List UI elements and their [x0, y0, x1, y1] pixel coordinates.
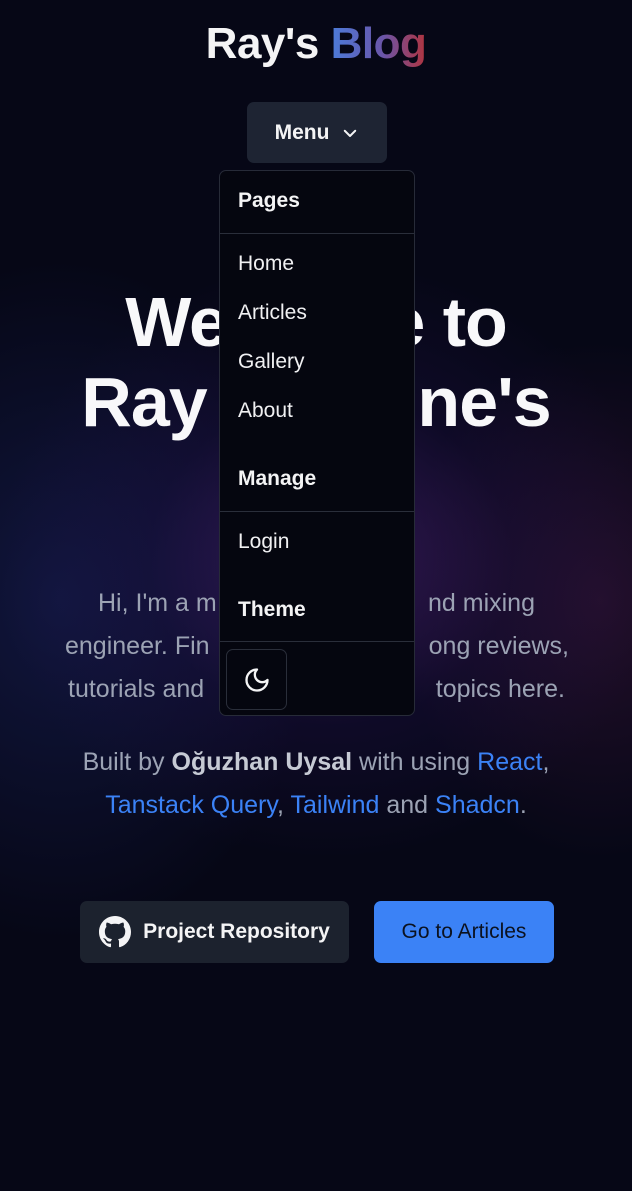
built-by-text: Built by Oğuzhan Uysal with using React,…: [30, 741, 602, 827]
menu-item-login[interactable]: Login: [238, 528, 289, 556]
menu-dropdown: Pages Home Articles Gallery About Manage…: [219, 170, 415, 716]
intro-fragment: Hi, I'm a m: [98, 589, 217, 617]
intro-fragment: tutorials and: [68, 675, 205, 703]
comma-1: ,: [542, 748, 550, 776]
chevron-down-icon: [344, 129, 357, 137]
project-repository-button[interactable]: Project Repository: [80, 901, 349, 963]
react-link[interactable]: React: [477, 748, 542, 776]
menu-item-articles[interactable]: Articles: [238, 299, 307, 327]
theme-toggle-button[interactable]: [226, 649, 287, 710]
brand-second-word: Blog: [330, 19, 427, 68]
built-by-middle: with using: [352, 748, 478, 776]
period: .: [519, 791, 527, 819]
site-brand[interactable]: Ray's Blog: [0, 16, 632, 72]
project-repository-label: Project Repository: [143, 920, 330, 943]
intro-fragment: engineer. Fin: [65, 632, 210, 660]
pages-heading: Pages: [238, 189, 300, 212]
menu-separator: [220, 641, 414, 642]
and-word: and: [379, 791, 436, 819]
intro-fragment: nd mixing: [428, 589, 535, 617]
menu-item-gallery[interactable]: Gallery: [238, 348, 305, 376]
github-icon: [99, 916, 132, 948]
author-name: Oğuzhan Uysal: [171, 748, 353, 776]
menu-item-home[interactable]: Home: [238, 250, 294, 278]
built-by-prefix: Built by: [82, 748, 172, 776]
menu-button-label: Menu: [274, 120, 330, 144]
tailwind-link[interactable]: Tailwind: [290, 791, 379, 819]
comma-2: ,: [277, 791, 291, 819]
menu-item-about[interactable]: About: [238, 397, 293, 425]
go-to-articles-label: Go to Articles: [401, 920, 527, 943]
intro-fragment: ong reviews,: [428, 632, 569, 660]
menu-separator: [220, 233, 414, 234]
menu-separator: [220, 511, 414, 512]
brand-first-word: Ray's: [205, 19, 320, 68]
manage-heading: Manage: [238, 467, 317, 490]
tanstack-query-link[interactable]: Tanstack Query: [105, 791, 277, 819]
intro-fragment: topics here.: [435, 675, 565, 703]
moon-icon: [244, 667, 269, 692]
menu-button[interactable]: Menu: [247, 102, 387, 163]
shadcn-link[interactable]: Shadcn: [435, 791, 520, 819]
go-to-articles-button[interactable]: Go to Articles: [374, 901, 554, 963]
theme-heading: Theme: [238, 598, 306, 621]
